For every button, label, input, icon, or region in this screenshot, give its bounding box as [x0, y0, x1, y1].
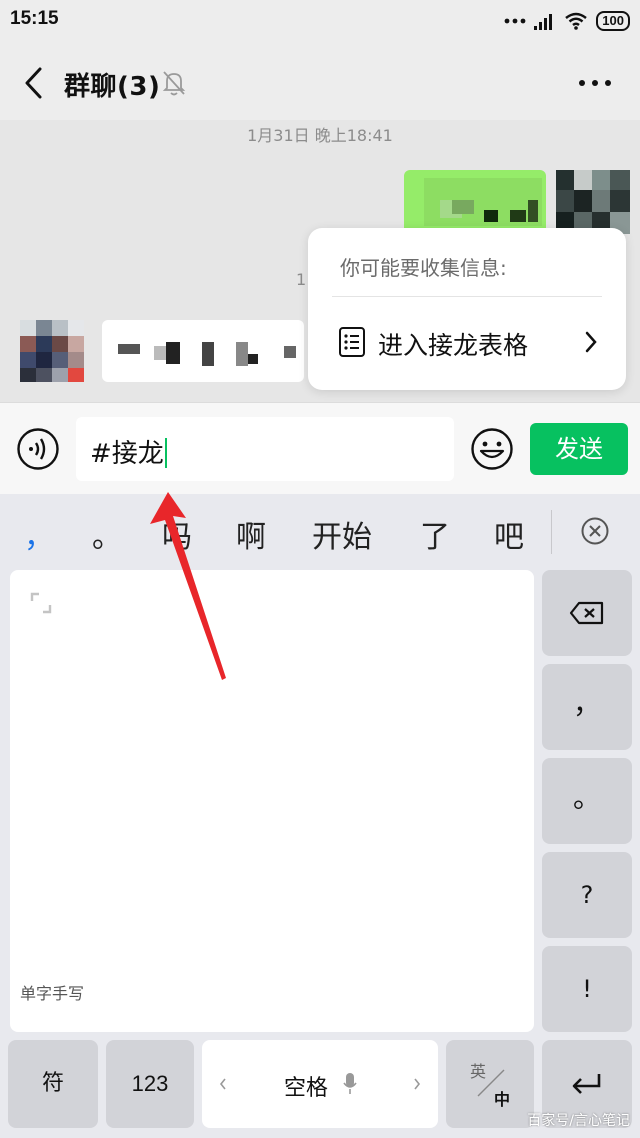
popup-action-label: 进入接龙表格 [378, 331, 529, 360]
status-icons: 100 [504, 8, 630, 34]
space-key[interactable]: 空格 [202, 1040, 438, 1128]
list-icon [339, 327, 365, 357]
chevron-left-icon [219, 1078, 226, 1090]
jielong-suggestion-popup: 你可能要收集信息: 进入接龙表格 [308, 228, 626, 390]
handwriting-keyboard: 单字手写 ， 。 ? ! 符 123 空格 英 中 百家号/言心笔记 [0, 570, 640, 1138]
question-key[interactable]: ? [542, 852, 632, 938]
message-input-bar: #接龙 发送 [0, 402, 640, 495]
backspace-icon [569, 601, 604, 625]
send-button[interactable]: 发送 [530, 423, 628, 475]
candidate-item[interactable]: 开始 [312, 512, 372, 556]
annotation-arrow [150, 492, 226, 680]
page-title: 群聊(3) [64, 72, 161, 102]
clear-input-icon[interactable] [580, 516, 610, 546]
signal-icon [534, 14, 553, 30]
text-caret [164, 438, 167, 468]
candidate-item[interactable]: 吧 [494, 512, 524, 556]
status-time: 15:15 [10, 8, 59, 29]
battery-indicator: 100 [596, 11, 630, 31]
numbers-key[interactable]: 123 [106, 1040, 194, 1128]
incoming-message-bubble[interactable] [102, 320, 304, 382]
watermark: 百家号/言心笔记 [527, 1113, 630, 1129]
enter-icon [572, 1074, 601, 1094]
candidate-item[interactable]: 了 [420, 512, 450, 556]
chat-header: 群聊(3) [0, 44, 640, 120]
candidate-item[interactable]: 啊 [236, 512, 266, 556]
message-timestamp: 1月31日 晚上18:41 [247, 126, 393, 145]
chevron-right-icon [585, 331, 597, 353]
candidate-item[interactable]: ， [24, 512, 54, 556]
outgoing-message-bubble[interactable] [404, 170, 546, 234]
comma-key[interactable]: ， [542, 664, 632, 750]
chevron-right-icon [414, 1078, 421, 1090]
popup-hint: 你可能要收集信息: [340, 256, 507, 280]
status-bar: 15:15 100 [0, 0, 640, 44]
emoji-icon[interactable] [470, 427, 514, 471]
ime-candidate-bar: ， 。 吗 啊 开始 了 吧 [0, 494, 640, 570]
exclamation-key[interactable]: ! [542, 946, 632, 1032]
wifi-icon [565, 12, 588, 30]
space-key-label: 空格 [284, 1076, 329, 1101]
language-switch-key[interactable]: 英 中 [446, 1040, 534, 1128]
symbols-key[interactable]: 符 [8, 1040, 98, 1128]
input-text: #接龙 [90, 439, 164, 469]
handwriting-mode-label: 单字手写 [20, 984, 85, 1003]
muted-bell-icon [162, 71, 186, 96]
back-arrow-icon[interactable] [20, 66, 48, 100]
more-dots-icon [504, 18, 526, 24]
popup-divider [332, 296, 602, 297]
voice-input-icon[interactable] [16, 427, 60, 471]
candidate-divider [551, 510, 552, 554]
message-timestamp-partial: 1 [296, 270, 307, 289]
backspace-key[interactable] [542, 570, 632, 656]
message-input-value: #接龙 [90, 433, 167, 470]
candidate-item[interactable]: 。 [92, 512, 122, 556]
lang-chinese-label: 中 [494, 1090, 511, 1109]
message-text-input[interactable]: #接龙 [76, 417, 454, 481]
more-options-icon[interactable] [578, 78, 612, 88]
my-avatar[interactable] [556, 170, 630, 234]
open-jielong-form-button[interactable]: 进入接龙表格 [308, 298, 626, 388]
expand-pad-icon[interactable] [30, 592, 52, 614]
microphone-icon [343, 1073, 357, 1094]
handwriting-pad[interactable]: 单字手写 [10, 570, 534, 1032]
member-avatar[interactable] [20, 320, 84, 382]
period-key[interactable]: 。 [542, 758, 632, 844]
